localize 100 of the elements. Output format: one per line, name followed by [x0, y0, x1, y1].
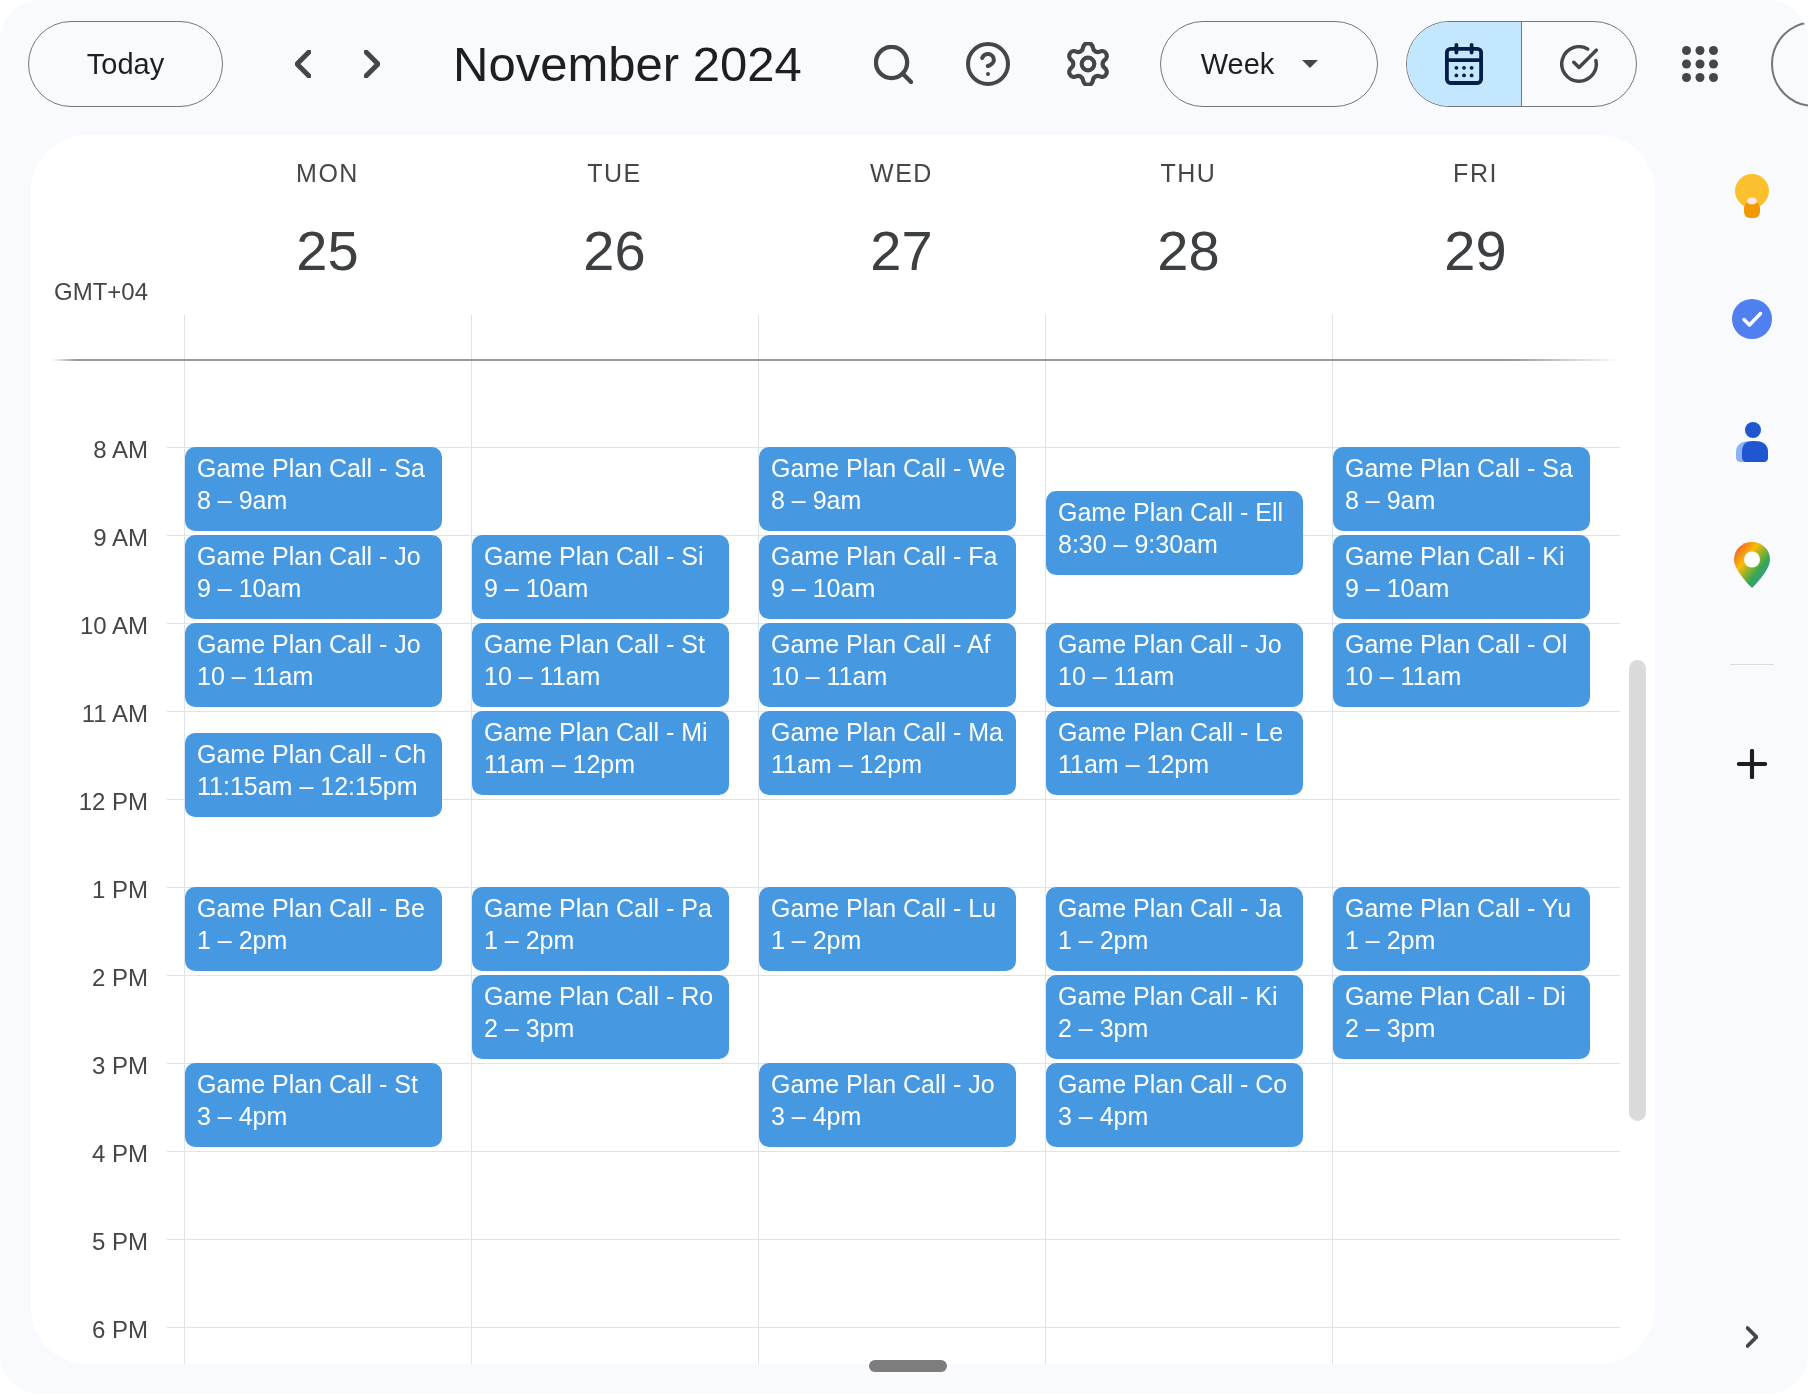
day-number[interactable]: 25 [296, 219, 359, 283]
event-title: Game Plan Call - St [484, 629, 705, 660]
event-card[interactable]: Game Plan Call - Fa 9 – 10am [759, 535, 1016, 619]
event-title: Game Plan Call - Ro [484, 981, 714, 1012]
event-card[interactable]: Game Plan Call - Be 1 – 2pm [185, 887, 442, 971]
weekday-label: WED [870, 158, 933, 188]
event-time: 3 – 4pm [771, 1101, 862, 1132]
event-time: 9 – 10am [1345, 573, 1450, 604]
event-time: 11am – 12pm [484, 749, 635, 780]
event-time: 3 – 4pm [197, 1101, 288, 1132]
map-pin-icon[interactable] [1733, 542, 1770, 588]
event-title: Game Plan Call - Ja [1058, 893, 1282, 924]
hour-label: 5 PM [92, 1228, 148, 1256]
event-time: 10 – 11am [197, 661, 314, 692]
event-card[interactable]: Game Plan Call - Jo 3 – 4pm [759, 1063, 1016, 1147]
event-card[interactable]: Game Plan Call - Si 9 – 10am [472, 535, 729, 619]
calendar-view-button[interactable] [1406, 22, 1521, 106]
day-number[interactable]: 29 [1444, 219, 1507, 283]
check-circle-icon [1559, 45, 1598, 83]
check-circle-icon[interactable] [1731, 299, 1772, 339]
hour-label: 9 AM [93, 524, 148, 552]
event-card[interactable]: Game Plan Call - Ol 10 – 11am [1333, 623, 1590, 707]
event-card[interactable]: Game Plan Call - Ell 8:30 – 9:30am [1046, 491, 1303, 575]
event-card[interactable]: Game Plan Call - Jo 10 – 11am [185, 623, 442, 707]
event-time: 1 – 2pm [484, 925, 575, 956]
hour-label: 6 PM [92, 1316, 148, 1344]
event-card[interactable]: Game Plan Call - Ki 2 – 3pm [1046, 975, 1303, 1059]
event-card[interactable]: Game Plan Call - St 10 – 11am [472, 623, 729, 707]
event-time: 1 – 2pm [771, 925, 862, 956]
event-time: 1 – 2pm [1345, 925, 1436, 956]
person-icon[interactable] [1735, 422, 1768, 462]
event-card[interactable]: Game Plan Call - We 8 – 9am [759, 447, 1016, 531]
event-card[interactable]: Game Plan Call - Ma 11am – 12pm [759, 711, 1016, 795]
event-time: 10 – 11am [1345, 661, 1462, 692]
apps-grid-icon[interactable] [1681, 46, 1718, 82]
event-title: Game Plan Call - Ch [197, 739, 427, 770]
event-time: 10 – 11am [771, 661, 888, 692]
event-card[interactable]: Game Plan Call - Ro 2 – 3pm [472, 975, 729, 1059]
event-card[interactable]: Game Plan Call - Ki 9 – 10am [1333, 535, 1590, 619]
event-time: 1 – 2pm [1058, 925, 1149, 956]
day-number[interactable]: 28 [1157, 219, 1220, 283]
chevron-left-icon[interactable] [295, 50, 311, 78]
scrollbar[interactable] [869, 1360, 947, 1372]
event-title: Game Plan Call - Fa [771, 541, 998, 572]
event-card[interactable]: Game Plan Call - Sa 8 – 9am [1333, 447, 1590, 531]
event-time: 11am – 12pm [771, 749, 922, 780]
timezone-label: GMT+04 [53, 277, 148, 307]
event-card[interactable]: Game Plan Call - Mi 11am – 12pm [472, 711, 729, 795]
event-time: 8 – 9am [1345, 485, 1436, 516]
event-card[interactable]: Game Plan Call - Lu 1 – 2pm [759, 887, 1016, 971]
event-title: Game Plan Call - Ki [1345, 541, 1565, 572]
event-title: Game Plan Call - Sa [197, 453, 425, 484]
day-number[interactable]: 26 [583, 219, 646, 283]
hour-label: 12 PM [78, 788, 148, 816]
event-card[interactable]: Game Plan Call - Yu 1 – 2pm [1333, 887, 1590, 971]
event-card[interactable]: Game Plan Call - Jo 10 – 11am [1046, 623, 1303, 707]
event-title: Game Plan Call - Yu [1345, 893, 1572, 924]
event-time: 10 – 11am [1058, 661, 1175, 692]
event-title: Game Plan Call - Jo [197, 629, 421, 660]
event-card[interactable]: Game Plan Call - Sa 8 – 9am [185, 447, 442, 531]
event-card[interactable]: Game Plan Call - Le 11am – 12pm [1046, 711, 1303, 795]
event-time: 2 – 3pm [1058, 1013, 1149, 1044]
event-card[interactable]: Game Plan Call - Pa 1 – 2pm [472, 887, 729, 971]
weekday-label: TUE [587, 158, 642, 188]
event-card[interactable]: Game Plan Call - St 3 – 4pm [185, 1063, 442, 1147]
event-card[interactable]: Game Plan Call - Ch 11:15am – 12:15pm [185, 733, 442, 817]
event-title: Game Plan Call - Sa [1345, 453, 1573, 484]
hour-label: 10 AM [79, 612, 148, 640]
event-title: Game Plan Call - Ki [1058, 981, 1278, 1012]
event-time: 1 – 2pm [197, 925, 288, 956]
event-card[interactable]: Game Plan Call - Di 2 – 3pm [1333, 975, 1590, 1059]
day-number[interactable]: 27 [870, 219, 933, 283]
event-time: 3 – 4pm [1058, 1101, 1149, 1132]
event-time: 8:30 – 9:30am [1058, 529, 1218, 560]
event-time: 11:15am – 12:15pm [197, 771, 418, 802]
search-icon[interactable] [874, 44, 914, 84]
hour-label: 1 PM [92, 876, 148, 904]
event-card[interactable]: Game Plan Call - Co 3 – 4pm [1046, 1063, 1303, 1147]
event-card[interactable]: Game Plan Call - Jo 9 – 10am [185, 535, 442, 619]
chevron-right-icon[interactable] [1745, 1326, 1758, 1348]
weekday-label: THU [1160, 158, 1217, 188]
event-time: 2 – 3pm [1345, 1013, 1436, 1044]
event-title: Game Plan Call - Af [771, 629, 991, 660]
chevron-right-icon[interactable] [364, 50, 380, 78]
event-title: Game Plan Call - Co [1058, 1069, 1288, 1100]
event-time: 9 – 10am [484, 573, 589, 604]
plus-icon[interactable] [1736, 749, 1767, 779]
event-time: 10 – 11am [484, 661, 601, 692]
scrollbar[interactable] [1629, 660, 1646, 1121]
weekday-label: FRI [1453, 158, 1498, 188]
event-time: 9 – 10am [771, 573, 876, 604]
event-title: Game Plan Call - Ma [771, 717, 1004, 748]
settings-icon[interactable] [1065, 42, 1110, 86]
event-time: 8 – 9am [771, 485, 862, 516]
event-card[interactable]: Game Plan Call - Ja 1 – 2pm [1046, 887, 1303, 971]
hour-label: 3 PM [92, 1052, 148, 1080]
help-icon[interactable] [965, 42, 1010, 86]
event-title: Game Plan Call - Lu [771, 893, 997, 924]
event-card[interactable]: Game Plan Call - Af 10 – 11am [759, 623, 1016, 707]
event-title: Game Plan Call - Jo [197, 541, 421, 572]
